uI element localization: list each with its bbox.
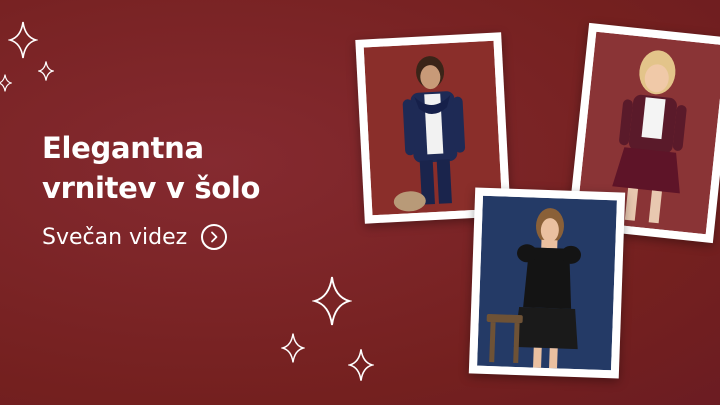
banner-title: Elegantna vrnitev v šolo: [42, 128, 260, 208]
sparkle-icon: [38, 61, 54, 81]
banner-title-line2: vrnitev v šolo: [42, 171, 261, 205]
sparkle-icon: [0, 74, 12, 92]
sparkle-icon: [348, 349, 374, 381]
banner-title-line1: Elegantna: [42, 131, 204, 165]
sparkle-icon: [312, 276, 352, 326]
cta-link[interactable]: Svečan videz: [42, 224, 228, 250]
sparkle-icon: [8, 21, 38, 59]
cta-label: Svečan videz: [42, 224, 188, 250]
promo-banner[interactable]: Elegantna vrnitev v šolo Svečan videz: [0, 0, 720, 405]
sparkle-icon: [281, 333, 305, 363]
girl-in-black-dress-photo: [468, 187, 626, 379]
chevron-right-icon: [201, 224, 228, 250]
